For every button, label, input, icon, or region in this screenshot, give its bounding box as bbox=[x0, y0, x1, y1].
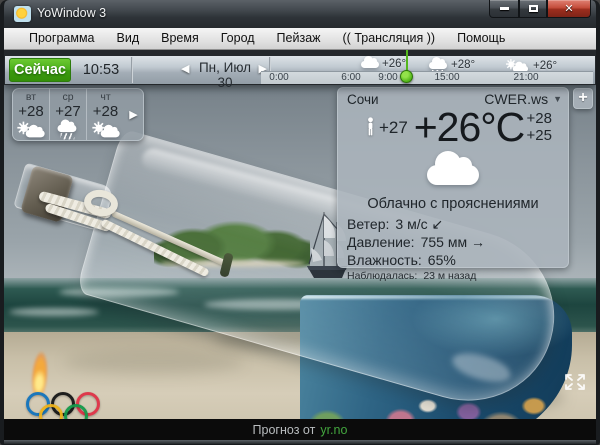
rain-icon bbox=[58, 122, 79, 139]
window-bottom-frame bbox=[4, 440, 596, 444]
olympic-rings bbox=[26, 392, 126, 419]
add-location-button[interactable]: + bbox=[573, 88, 593, 109]
menu-help[interactable]: Помощь bbox=[446, 28, 516, 49]
forecast-credit-text: Прогноз от bbox=[253, 423, 316, 437]
menu-city[interactable]: Город bbox=[210, 28, 266, 49]
fullscreen-icon[interactable] bbox=[562, 371, 588, 393]
forecast-point: +28° bbox=[429, 58, 475, 71]
day-temp: +28 bbox=[18, 103, 43, 120]
more-days-button[interactable]: ▶ bbox=[124, 89, 143, 140]
yrno-link[interactable]: yr.no bbox=[320, 423, 347, 437]
forecast-point: +26° bbox=[361, 58, 406, 70]
day-forecast-tiles: вт +28 ср +27 чт +28 ▶ bbox=[12, 88, 144, 141]
time-tick: 9:00 bbox=[378, 72, 397, 83]
time-tick: 21:00 bbox=[513, 72, 538, 83]
day-tile-wednesday[interactable]: ср +27 bbox=[50, 89, 87, 140]
feels-like-temp: +27 bbox=[379, 118, 408, 138]
high-low-temps: +28 +25 bbox=[527, 110, 552, 144]
observed-label: Наблюдалась: bbox=[347, 270, 417, 282]
menu-broadcast[interactable]: (( Трансляция )) bbox=[332, 28, 447, 49]
sand-shadow bbox=[64, 350, 244, 374]
menu-view[interactable]: Вид bbox=[106, 28, 151, 49]
city-name: Сочи bbox=[347, 92, 379, 107]
menu-program[interactable]: Программа bbox=[18, 28, 106, 49]
humidity-label: Влажность: bbox=[347, 252, 422, 268]
clock: 10:53 bbox=[73, 58, 129, 82]
time-slider[interactable]: +26° +28° +26° 0:00 6:00 9:00 15:00 bbox=[261, 56, 593, 84]
sun-cloud-icon bbox=[17, 122, 44, 138]
day-name: вт bbox=[26, 92, 36, 103]
title-bar[interactable]: YoWindow 3 ✕ bbox=[4, 0, 596, 28]
wind-value: 3 м/с ↙ bbox=[395, 216, 443, 232]
app-sun-icon bbox=[14, 6, 31, 22]
humidity-value: 65% bbox=[428, 252, 456, 268]
time-slider-knob[interactable] bbox=[400, 70, 413, 83]
times-strip: 0:00 6:00 9:00 15:00 21:00 bbox=[261, 71, 593, 84]
wind-row: Ветер: 3 м/с ↙ bbox=[347, 215, 568, 233]
maximize-icon bbox=[529, 5, 538, 12]
sun-cloud-icon bbox=[506, 59, 528, 72]
menu-bar: Программа Вид Время Город Пейзаж (( Тран… bbox=[4, 28, 596, 50]
wind-label: Ветер: bbox=[347, 216, 389, 232]
client-area: Сейчас 10:53 ◀ Пн, Июл 30 ▶ +26° bbox=[4, 50, 596, 440]
menu-time[interactable]: Время bbox=[150, 28, 210, 49]
temperature-row: +27 +26°C +28 +25 bbox=[338, 110, 568, 152]
weather-details: Ветер: 3 м/с ↙ Давление: 755 мм → Влажност… bbox=[338, 212, 568, 269]
forecast-temp: +26° bbox=[533, 60, 557, 72]
close-button[interactable]: ✕ bbox=[547, 0, 591, 18]
observed-row: Наблюдалась: 23 м назад bbox=[338, 270, 568, 282]
day-temp: +27 bbox=[55, 103, 80, 120]
day-name: чт bbox=[100, 92, 110, 103]
observed-value: 23 м назад bbox=[423, 270, 476, 282]
day-tile-tuesday[interactable]: вт +28 bbox=[13, 89, 50, 140]
toolbar-strip: Сейчас 10:53 ◀ Пн, Июл 30 ▶ +26° bbox=[5, 56, 595, 84]
weather-panel: Сочи CWER.ws ▼ +27 +26°C +28 +25 bbox=[337, 87, 569, 268]
close-icon: ✕ bbox=[564, 2, 573, 15]
condition-text: Облачно с прояснениями bbox=[338, 196, 568, 212]
window-title: YoWindow 3 bbox=[37, 6, 106, 20]
footer-bar: Прогноз от yr.no bbox=[4, 419, 596, 440]
time-tick: 0:00 bbox=[269, 72, 288, 83]
window-controls: ✕ bbox=[489, 0, 591, 18]
humidity-row: Влажность: 65% bbox=[347, 251, 568, 269]
date-navigator: ◀ Пн, Июл 30 ▶ bbox=[173, 56, 269, 84]
current-temperature: +26°C bbox=[410, 104, 528, 151]
date-label[interactable]: Пн, Июл 30 bbox=[191, 60, 259, 90]
condition-row bbox=[338, 165, 568, 187]
toolbar: Сейчас 10:53 ◀ Пн, Июл 30 ▶ +26° bbox=[4, 50, 596, 85]
sea-foam bbox=[9, 308, 99, 316]
minimize-button[interactable] bbox=[489, 0, 519, 18]
forecast-temp: +26° bbox=[382, 58, 406, 70]
day-name: ср bbox=[62, 92, 73, 103]
low-temp: +25 bbox=[527, 127, 552, 144]
minimize-icon bbox=[500, 7, 509, 10]
cloud-icon bbox=[361, 61, 379, 68]
day-temp: +28 bbox=[93, 103, 118, 120]
cloud-icon bbox=[427, 165, 479, 185]
time-tick: 15:00 bbox=[434, 72, 459, 83]
time-tick: 6:00 bbox=[341, 72, 360, 83]
person-icon bbox=[365, 117, 376, 136]
rain-icon bbox=[429, 58, 448, 71]
prev-day-arrow[interactable]: ◀ bbox=[181, 62, 189, 75]
pressure-label: Давление: bbox=[347, 234, 415, 250]
maximize-button[interactable] bbox=[519, 0, 547, 18]
forecast-temp: +28° bbox=[451, 59, 475, 71]
now-button[interactable]: Сейчас bbox=[9, 58, 71, 82]
separator bbox=[131, 57, 133, 83]
menu-landscape[interactable]: Пейзаж bbox=[266, 28, 332, 49]
pressure-value: 755 мм → bbox=[421, 234, 485, 250]
day-tile-thursday[interactable]: чт +28 bbox=[87, 89, 124, 140]
app-window: YoWindow 3 ✕ Программа Вид Время Город П… bbox=[0, 0, 600, 445]
chevron-down-icon: ▼ bbox=[553, 94, 562, 104]
high-temp: +28 bbox=[527, 110, 552, 127]
sun-cloud-icon bbox=[92, 122, 119, 138]
pressure-row: Давление: 755 мм → bbox=[347, 233, 568, 251]
